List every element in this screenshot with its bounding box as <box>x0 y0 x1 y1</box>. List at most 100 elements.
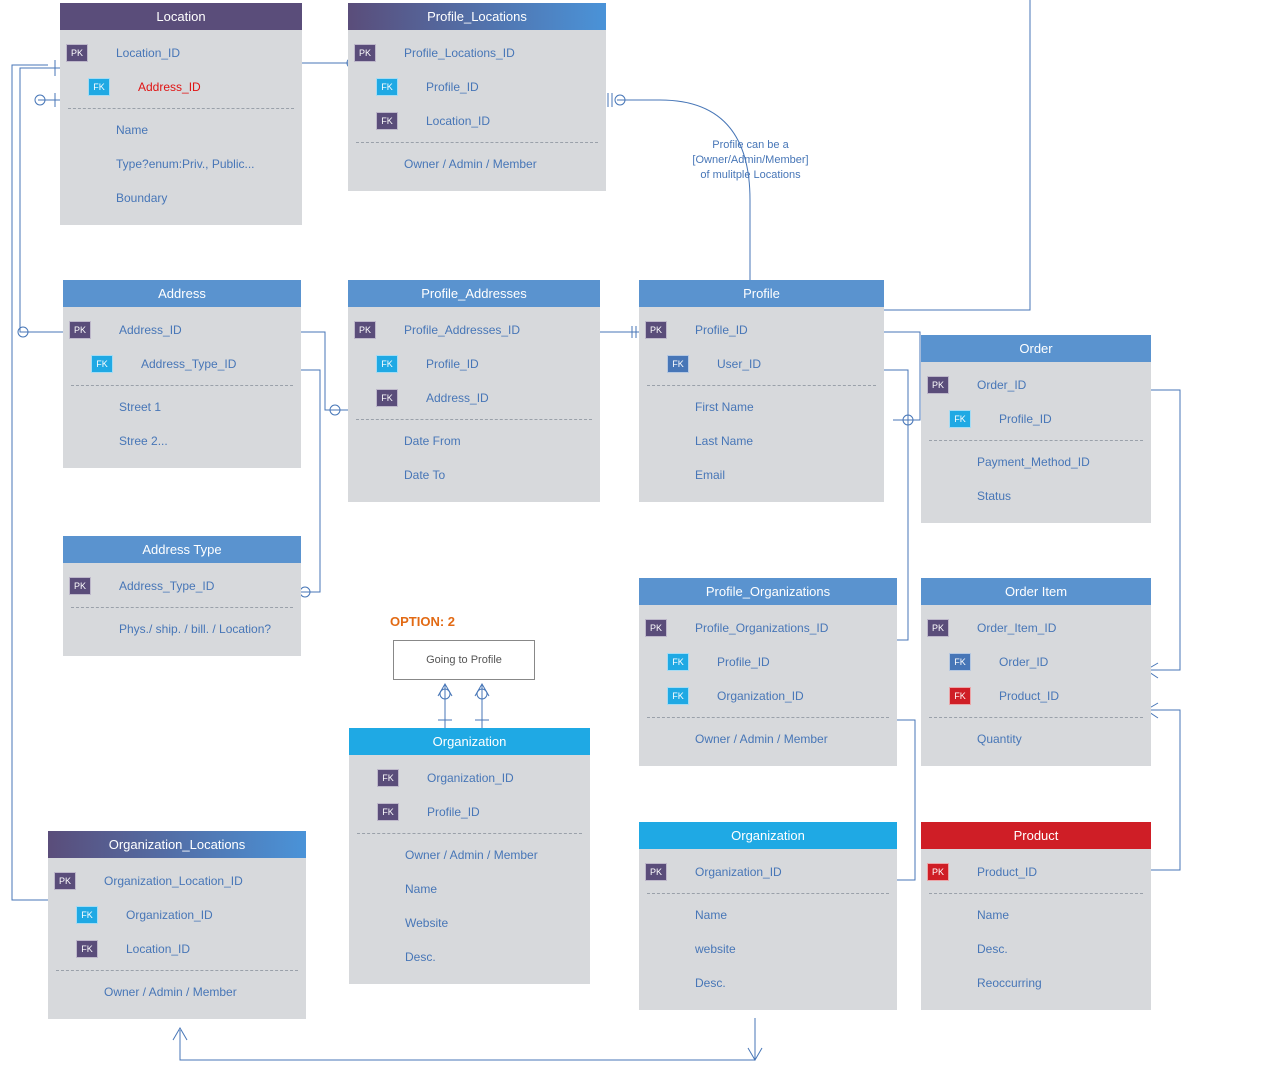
key-cell: PK <box>66 44 116 62</box>
entity-title: Order <box>921 335 1151 362</box>
pk-badge: PK <box>645 863 667 881</box>
field-divider <box>356 142 598 143</box>
pk-badge: PK <box>927 376 949 394</box>
key-cell: FK <box>54 906 126 924</box>
field-label: Desc. <box>695 976 889 990</box>
field-label: Address_ID <box>426 391 592 405</box>
pk-badge: PK <box>927 863 949 881</box>
entity-rows: PKProfile_Organizations_IDFKProfile_IDFK… <box>639 605 897 766</box>
entity-field-row: First Name <box>639 390 884 424</box>
field-label: Organization_ID <box>695 865 889 879</box>
entity-field-row: Name <box>639 898 897 932</box>
field-label: Type?enum:Priv., Public... <box>116 157 294 171</box>
field-label: Payment_Method_ID <box>977 455 1143 469</box>
entity-field-row: Desc. <box>639 966 897 1000</box>
entity-field-row: FKLocation_ID <box>48 932 306 966</box>
entity-title: Order Item <box>921 578 1151 605</box>
entity-field-row: FKOrganization_ID <box>639 679 897 713</box>
entity-rows: PKProduct_IDNameDesc.Reoccurring <box>921 849 1151 1010</box>
field-label: Product_ID <box>977 865 1143 879</box>
fk-badge: FK <box>949 653 971 671</box>
field-label: Desc. <box>405 950 582 964</box>
pk-badge: PK <box>66 44 88 62</box>
entity-field-row: Owner / Admin / Member <box>48 975 306 1009</box>
key-cell: PK <box>927 619 977 637</box>
field-label: Organization_ID <box>126 908 298 922</box>
field-divider <box>647 717 889 718</box>
field-label: Owner / Admin / Member <box>404 157 598 171</box>
pk-badge: PK <box>69 577 91 595</box>
entity-field-row: Phys./ ship. / bill. / Location? <box>63 612 301 646</box>
entity-field-row: FKProfile_ID <box>348 347 600 381</box>
entity-field-row: PKLocation_ID <box>60 36 302 70</box>
field-label: Profile_Locations_ID <box>404 46 598 60</box>
field-label: Date From <box>404 434 592 448</box>
key-cell: FK <box>927 653 999 671</box>
entity-organization: Organization PKOrganization_IDNamewebsit… <box>639 822 897 1010</box>
field-divider <box>356 419 592 420</box>
field-label: Profile_ID <box>695 323 876 337</box>
entity-field-row: FKAddress_ID <box>60 70 302 104</box>
entity-field-row: Last Name <box>639 424 884 458</box>
pk-badge: PK <box>54 872 76 890</box>
entity-field-row: PKProfile_Addresses_ID <box>348 313 600 347</box>
entity-field-row: website <box>639 932 897 966</box>
field-label: Order_ID <box>999 655 1143 669</box>
field-label: Address_Type_ID <box>141 357 293 371</box>
fk-badge: FK <box>949 687 971 705</box>
entity-title: Profile_Locations <box>348 3 606 30</box>
entity-field-row: FKOrganization_ID <box>48 898 306 932</box>
field-label: Address_ID <box>138 80 294 94</box>
entity-rows: PKLocation_IDFKAddress_IDNameType?enum:P… <box>60 30 302 225</box>
entity-field-row: Payment_Method_ID <box>921 445 1151 479</box>
fk-badge: FK <box>377 769 399 787</box>
field-label: Address_Type_ID <box>119 579 293 593</box>
entity-field-row: Quantity <box>921 722 1151 756</box>
pk-badge: PK <box>927 619 949 637</box>
key-cell: FK <box>54 940 126 958</box>
field-label: Profile_ID <box>427 805 582 819</box>
field-label: Desc. <box>977 942 1143 956</box>
fk-badge: FK <box>376 78 398 96</box>
entity-rows: PKAddress_IDFKAddress_Type_IDStreet 1Str… <box>63 307 301 468</box>
field-label: Email <box>695 468 876 482</box>
field-label: Order_ID <box>977 378 1143 392</box>
field-label: Name <box>695 908 889 922</box>
entity-rows: PKProfile_IDFKUser_IDFirst NameLast Name… <box>639 307 884 502</box>
field-divider <box>929 893 1143 894</box>
field-label: Status <box>977 489 1143 503</box>
entity-field-row: PKProfile_ID <box>639 313 884 347</box>
field-label: Last Name <box>695 434 876 448</box>
field-label: Boundary <box>116 191 294 205</box>
entity-product: Product PKProduct_IDNameDesc.Reoccurring <box>921 822 1151 1010</box>
profile-note: Profile can be a [Owner/Admin/Member] of… <box>668 138 833 183</box>
entity-address-type: Address Type PKAddress_Type_IDPhys./ shi… <box>63 536 301 656</box>
field-label: First Name <box>695 400 876 414</box>
entity-rows: PKOrder_IDFKProfile_IDPayment_Method_IDS… <box>921 362 1151 523</box>
entity-rows: PKProfile_Locations_IDFKProfile_IDFKLoca… <box>348 30 606 191</box>
entity-organization-locations: Organization_Locations PKOrganization_Lo… <box>48 831 306 1019</box>
entity-title: Product <box>921 822 1151 849</box>
key-cell: PK <box>354 44 404 62</box>
field-label: Stree 2... <box>119 434 293 448</box>
field-label: Order_Item_ID <box>977 621 1143 635</box>
pk-badge: PK <box>645 619 667 637</box>
entity-organization-opt2: Organization FKOrganization_IDFKProfile_… <box>349 728 590 984</box>
field-divider <box>929 717 1143 718</box>
entity-field-row: FKAddress_ID <box>348 381 600 415</box>
entity-order: Order PKOrder_IDFKProfile_IDPayment_Meth… <box>921 335 1151 523</box>
entity-rows: PK Address_Type_ID Phys./ ship. / bill. / … <box>63 563 301 656</box>
field-label: Owner / Admin / Member <box>405 848 582 862</box>
entity-field-row: Owner / Admin / Member <box>349 838 590 872</box>
key-cell: PK <box>645 619 695 637</box>
field-label: Organization_ID <box>717 689 889 703</box>
key-cell: FK <box>645 687 717 705</box>
entity-rows: PKOrder_Item_IDFKOrder_IDFKProduct_IDQua… <box>921 605 1151 766</box>
key-cell: PK <box>645 863 695 881</box>
fk-badge: FK <box>377 803 399 821</box>
pk-badge: PK <box>354 321 376 339</box>
field-divider <box>929 440 1143 441</box>
option-2-label: OPTION: 2 <box>390 614 455 629</box>
entity-title: Profile_Organizations <box>639 578 897 605</box>
er-diagram-canvas: { "annotations": { "option2_label": "OPT… <box>0 0 1265 1080</box>
